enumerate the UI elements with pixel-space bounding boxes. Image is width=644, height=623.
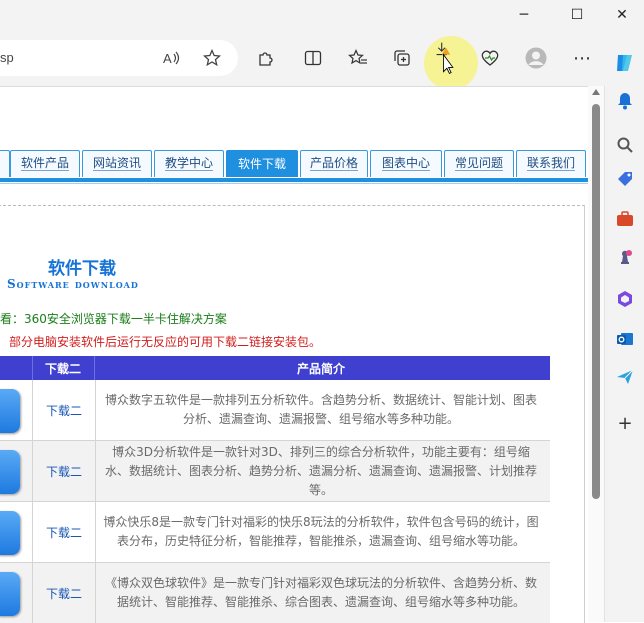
scrollbar-thumb[interactable]: [592, 104, 600, 499]
read-aloud-icon[interactable]: A: [160, 46, 184, 70]
edge-sidebar: +: [604, 55, 644, 622]
note-360-link[interactable]: 看：360安全浏览器下载一半卡住解决方案: [0, 310, 227, 327]
tab-partial[interactable]: [0, 150, 10, 177]
close-button[interactable]: ✕: [600, 0, 644, 30]
tab-contact-us[interactable]: 联系我们: [516, 150, 586, 177]
maximize-button[interactable]: ☐: [555, 0, 599, 30]
scroll-up-arrow-icon[interactable]: [592, 89, 600, 95]
nav-underline: [0, 178, 588, 182]
product-description: 《博众双色球软件》是一款专门针对福彩双色球玩法的分析软件、含趋势分析、数据统计、…: [104, 576, 537, 609]
header-download2: 下载二: [44, 361, 81, 376]
download2-link[interactable]: 下载二: [32, 502, 96, 562]
download-button[interactable]: [0, 511, 20, 555]
note-install-hint: 部分电脑安装软件后运行无反应的可用下载二链接安装包。: [9, 335, 322, 349]
bell-icon[interactable]: [614, 90, 636, 112]
tab-chart-center[interactable]: 图表中心: [370, 150, 442, 177]
tab-software-products[interactable]: 软件产品: [10, 150, 80, 177]
more-icon[interactable]: ⋯: [570, 46, 594, 70]
tools-icon[interactable]: [614, 208, 636, 230]
header-divider: [94, 356, 95, 380]
site-nav: 软件产品 网站资讯 教学中心 软件下载 产品价格 图表中心 常见问题 联系我们: [0, 150, 588, 178]
downloads-icon[interactable]: [434, 42, 458, 75]
download-button[interactable]: [0, 450, 20, 494]
product-description: 博众3D分析软件是一款针对3D、排列三的综合分析软件，功能主要有：组号缩水、数据…: [104, 444, 537, 497]
table-row: 下载二 博众快乐8是一款专门针对福彩的快乐8玩法的分析软件，软件包含号码的统计，…: [0, 502, 550, 563]
svg-text:A: A: [163, 51, 172, 66]
title-bar: ─ ☐ ✕: [0, 0, 644, 34]
microsoft365-icon[interactable]: [614, 288, 636, 310]
nav-underline-light: [0, 183, 588, 184]
browser-essentials-icon[interactable]: [478, 46, 502, 70]
split-screen-icon[interactable]: [301, 46, 325, 70]
copilot-icon[interactable]: [612, 50, 638, 76]
address-text[interactable]: sp: [0, 50, 14, 65]
address-bar[interactable]: sp A: [0, 40, 238, 76]
download-button[interactable]: [0, 389, 20, 433]
shopping-tag-icon[interactable]: [614, 168, 636, 190]
tab-product-price[interactable]: 产品价格: [300, 150, 368, 177]
extensions-icon[interactable]: [253, 46, 277, 70]
outlook-icon[interactable]: [614, 328, 636, 350]
table-row: 下载二 博众数字五软件是一款排列五分析软件。含趋势分析、数据统计、智能计划、图表…: [0, 380, 550, 441]
page-scrollbar[interactable]: [588, 86, 604, 622]
tab-faq[interactable]: 常见问题: [444, 150, 514, 177]
games-icon[interactable]: [614, 246, 636, 268]
tab-site-news[interactable]: 网站资讯: [82, 150, 152, 177]
tab-software-download[interactable]: 软件下载: [226, 150, 298, 177]
download2-link[interactable]: 下载二: [32, 563, 96, 623]
favorite-star-icon[interactable]: [200, 46, 224, 70]
download-button[interactable]: [0, 572, 20, 616]
download2-link[interactable]: 下载二: [32, 441, 96, 501]
web-page: 软件产品 网站资讯 教学中心 软件下载 产品价格 图表中心 常见问题 联系我们 …: [0, 86, 588, 623]
download2-link[interactable]: 下载二: [32, 380, 96, 440]
table-row: 下载二 《博众双色球软件》是一款专门针对福彩双色球玩法的分析软件、含趋势分析、数…: [0, 563, 550, 623]
header-intro: 产品简介: [296, 361, 345, 376]
add-icon[interactable]: +: [614, 412, 636, 434]
collections-icon[interactable]: [390, 46, 414, 70]
profile-icon[interactable]: [524, 46, 548, 70]
send-icon[interactable]: [614, 366, 636, 388]
tab-teaching-center[interactable]: 教学中心: [154, 150, 224, 177]
minimize-button[interactable]: ─: [502, 0, 546, 30]
search-icon[interactable]: [614, 134, 636, 156]
section-subtitle: Software download: [7, 277, 139, 291]
table-header: 下载二 产品简介: [0, 356, 550, 380]
favorites-icon[interactable]: [346, 46, 370, 70]
product-description: 博众数字五软件是一款排列五分析软件。含趋势分析、数据统计、智能计划、图表分析、遗…: [104, 393, 537, 426]
section-title: 软件下载: [48, 259, 116, 279]
table-row: 下载二 博众3D分析软件是一款针对3D、排列三的综合分析软件，功能主要有：组号缩…: [0, 441, 550, 502]
product-description: 博众快乐8是一款专门针对福彩的快乐8玩法的分析软件，软件包含号码的统计，图表分布…: [103, 515, 539, 548]
